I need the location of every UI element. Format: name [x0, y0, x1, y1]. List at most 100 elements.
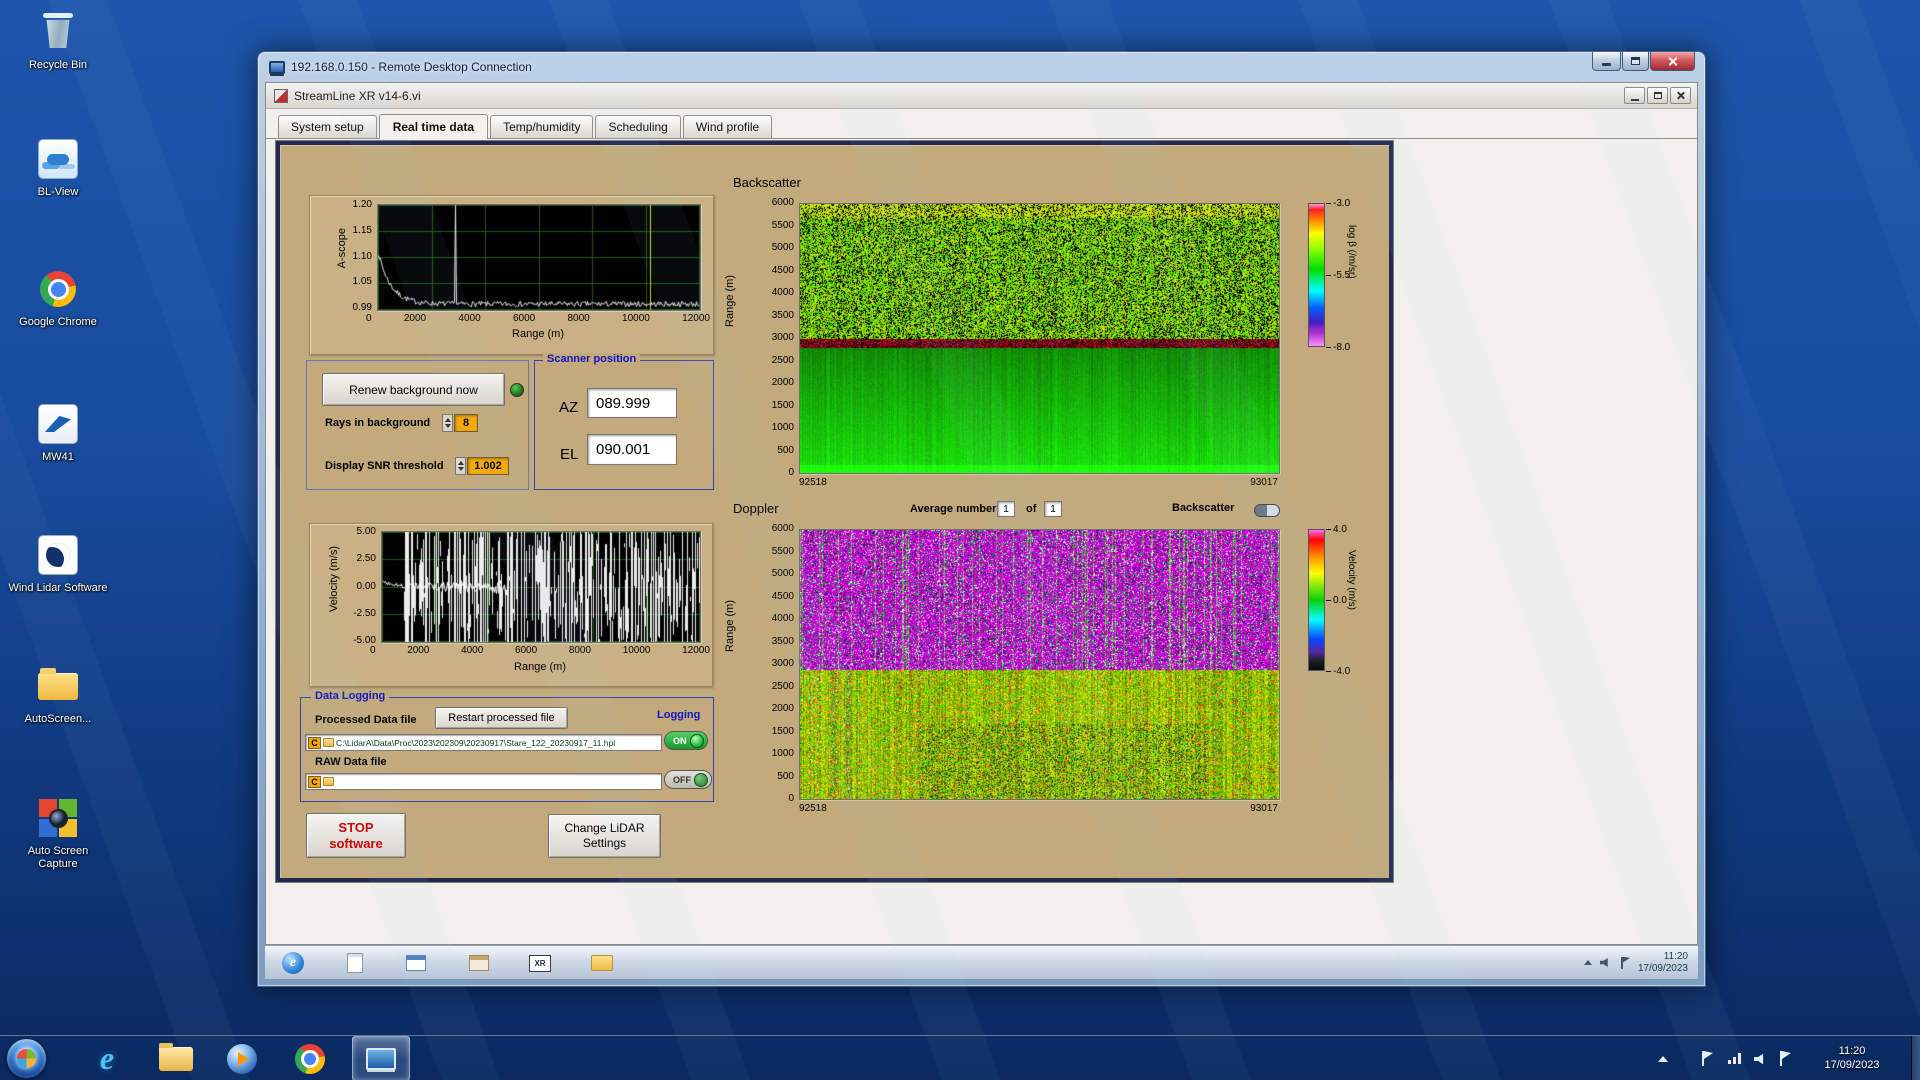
maximize-button[interactable] [1622, 52, 1649, 71]
background-led-indicator [510, 383, 524, 397]
axis-tick-label: 5000 [771, 242, 794, 253]
tab-system-setup[interactable]: System setup [278, 115, 377, 138]
restart-processed-file-button[interactable]: Restart processed file [435, 707, 568, 729]
start-button[interactable] [6, 1038, 47, 1079]
tab-scheduling[interactable]: Scheduling [595, 115, 681, 138]
axis-tick-label: 1.10 [352, 250, 372, 262]
renew-background-button[interactable]: Renew background now [322, 373, 505, 406]
remote-taskbar-item[interactable] [590, 951, 614, 975]
remote-taskbar-item[interactable] [404, 951, 428, 975]
remote-taskbar-item[interactable] [343, 951, 367, 975]
axis-tick-label: 500 [777, 770, 794, 782]
processed-data-file-path[interactable]: C C:\LidarA\Data\Proc\2023\202309\202309… [305, 734, 662, 751]
taskbar-item-remote-desktop[interactable] [352, 1036, 410, 1080]
app-maximize-button[interactable] [1647, 87, 1668, 104]
volume-icon[interactable] [1599, 958, 1608, 967]
remote-clock[interactable]: 11:20 17/09/2023 [1638, 951, 1688, 975]
desktop-icon[interactable]: MW41 [8, 402, 108, 464]
desktop-icon[interactable]: Google Chrome [8, 267, 108, 329]
rays-spinner[interactable] [442, 414, 453, 432]
minimize-icon [1602, 63, 1611, 66]
taskbar-item-ie[interactable]: e [80, 1036, 134, 1080]
desktop-icon[interactable]: Auto Screen Capture [8, 796, 108, 871]
axis-tick-label: 1500 [771, 399, 794, 411]
taskbar-item-media-player[interactable] [215, 1036, 269, 1080]
show-desktop-button[interactable] [1911, 1036, 1920, 1080]
backscatter-colorbar-label: log β (/m/sr) [1346, 225, 1357, 279]
notepad-icon [347, 953, 363, 973]
desktop-icon[interactable]: Recycle Bin [8, 10, 108, 72]
browse-folder-icon[interactable] [323, 738, 334, 747]
doppler-y-label: Range (m) [724, 600, 736, 652]
taskbar-item-chrome[interactable] [283, 1036, 337, 1080]
velocity-group: 5.00 2.50 0.00 -2.50 -5.00 Velocity (m/s) 02… [309, 523, 713, 687]
doppler-colorbar-label: Velocity (m/s) [1346, 550, 1357, 611]
snr-threshold-field[interactable]: 1.002 [467, 457, 509, 475]
backscatter-toggle-label: Backscatter [1172, 502, 1235, 514]
app-minimize-button[interactable] [1624, 87, 1645, 104]
remote-taskbar-item[interactable]: e [281, 951, 305, 975]
hidden-icons-arrow[interactable] [1658, 1056, 1668, 1062]
volume-icon[interactable] [1754, 1053, 1764, 1065]
colorbar-tick-label: -4.0 [1333, 665, 1351, 677]
tab-temp-humidity[interactable]: Temp/humidity [490, 115, 594, 138]
rdp-titlebar[interactable]: 192.168.0.150 - Remote Desktop Connectio… [258, 52, 1705, 82]
backscatter-toggle[interactable] [1254, 504, 1280, 517]
windows-flag-icon [17, 1049, 36, 1068]
taskbar-item-explorer[interactable] [149, 1036, 203, 1080]
axis-tick-label: 5500 [771, 219, 794, 231]
snr-spinner[interactable] [455, 457, 466, 475]
raw-data-file-path[interactable]: C [305, 773, 662, 790]
el-value-field[interactable]: 090.001 [587, 434, 677, 465]
raw-logging-toggle[interactable]: OFF [664, 770, 712, 789]
desktop-icon-image [36, 402, 80, 446]
average-number-field[interactable]: 1 [997, 501, 1015, 517]
tick-mark [1326, 274, 1331, 276]
average-count-field[interactable]: 1 [1044, 501, 1062, 517]
remote-taskbar-item[interactable]: XR [528, 951, 552, 975]
network-icon[interactable] [1728, 1053, 1742, 1064]
chrome-icon [295, 1043, 325, 1074]
browse-folder-icon[interactable] [323, 777, 334, 786]
raw-data-file-label: RAW Data file [315, 756, 387, 768]
desktop-icon[interactable]: BL-View [8, 137, 108, 199]
maximize-icon [1653, 92, 1662, 99]
velocity-y-axis: 5.00 2.50 0.00 -2.50 -5.00 [318, 526, 376, 646]
desktop-icon[interactable]: Wind Lidar Software [8, 533, 108, 595]
app-titlebar[interactable]: StreamLine XR v14-6.vi [266, 83, 1697, 109]
backscatter-title: Backscatter [733, 175, 801, 190]
remote-taskbar-item[interactable] [467, 951, 491, 975]
desktop-icon[interactable]: AutoScreen... [8, 664, 108, 726]
change-lidar-settings-button[interactable]: Change LiDAR Settings [548, 814, 661, 858]
axis-tick-label: 500 [777, 444, 794, 456]
action-center-flag-icon[interactable] [1701, 1051, 1714, 1066]
colorbar-tick: -4.0 [1326, 665, 1351, 677]
logging-label: Logging [657, 709, 701, 721]
tick-mark [1326, 670, 1331, 672]
axis-tick-label: 3500 [771, 309, 794, 321]
rays-in-background-field[interactable]: 8 [454, 414, 478, 432]
action-center-flag-icon[interactable] [1620, 956, 1630, 969]
close-button[interactable] [1650, 52, 1695, 71]
minimize-button[interactable] [1592, 52, 1621, 71]
language-icon[interactable] [1779, 1051, 1792, 1066]
window-icon [469, 955, 489, 971]
app-close-button[interactable] [1670, 87, 1691, 104]
tab-wind-profile[interactable]: Wind profile [682, 115, 773, 138]
desktop-icon-label: Google Chrome [19, 316, 97, 328]
ascope-x-label: Range (m) [512, 328, 564, 340]
hidden-icons-arrow[interactable] [1583, 960, 1592, 965]
axis-tick-label: 4000 [771, 613, 794, 624]
az-value-field[interactable]: 089.999 [587, 388, 677, 418]
remote-system-tray: 11:20 17/09/2023 [1583, 946, 1688, 979]
on-label: ON [673, 735, 687, 746]
processed-logging-toggle[interactable]: ON [664, 731, 708, 750]
velocity-x-label: Range (m) [514, 661, 566, 673]
tick-mark [1326, 202, 1331, 204]
desktop-icon-image [36, 533, 80, 577]
axis-tick-label: 1.15 [352, 224, 372, 236]
stop-software-button[interactable]: STOP software [306, 813, 406, 858]
tab-real-time-data[interactable]: Real time data [378, 114, 489, 139]
taskbar-clock[interactable]: 11:20 17/09/2023 [1806, 1044, 1898, 1072]
main-panel: 1.20 1.15 1.10 1.05 0.99 A-scope 0 2000 4000 60… [276, 141, 1393, 882]
